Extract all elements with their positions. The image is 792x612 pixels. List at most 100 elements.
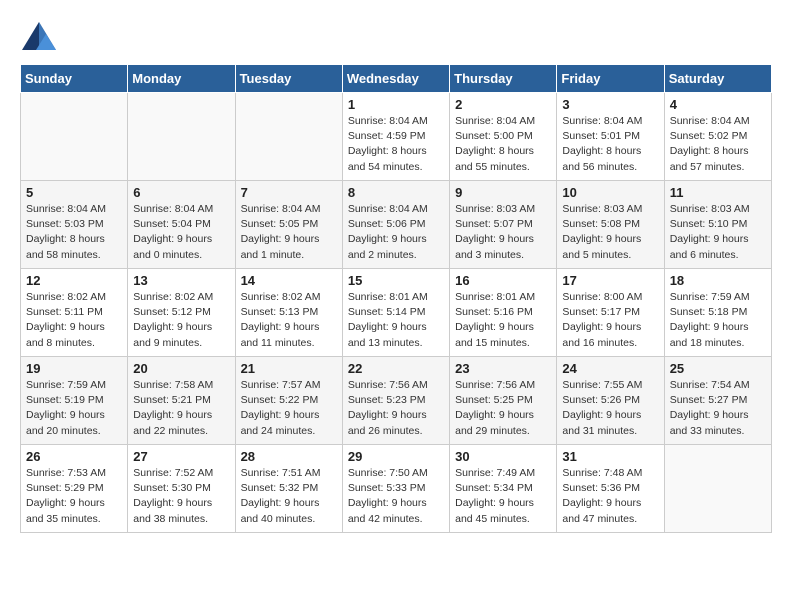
calendar-cell: 23 Sunrise: 7:56 AM Sunset: 5:25 PM Dayli… <box>450 357 557 445</box>
day-info: Sunrise: 7:56 AM Sunset: 5:23 PM Dayligh… <box>348 378 444 439</box>
day-number: 16 <box>455 273 551 288</box>
calendar-cell: 20 Sunrise: 7:58 AM Sunset: 5:21 PM Dayli… <box>128 357 235 445</box>
day-number: 14 <box>241 273 337 288</box>
day-info: Sunrise: 7:54 AM Sunset: 5:27 PM Dayligh… <box>670 378 766 439</box>
day-number: 8 <box>348 185 444 200</box>
day-info: Sunrise: 8:03 AM Sunset: 5:10 PM Dayligh… <box>670 202 766 263</box>
col-header-monday: Monday <box>128 65 235 93</box>
calendar-header: SundayMondayTuesdayWednesdayThursdayFrid… <box>21 65 772 93</box>
calendar-cell: 13 Sunrise: 8:02 AM Sunset: 5:12 PM Dayli… <box>128 269 235 357</box>
col-header-tuesday: Tuesday <box>235 65 342 93</box>
day-info: Sunrise: 8:04 AM Sunset: 5:03 PM Dayligh… <box>26 202 122 263</box>
day-info: Sunrise: 8:04 AM Sunset: 5:00 PM Dayligh… <box>455 114 551 175</box>
day-info: Sunrise: 8:04 AM Sunset: 5:06 PM Dayligh… <box>348 202 444 263</box>
calendar-cell: 24Sunrise: 7:55 AM Sunset: 5:26 PM Dayli… <box>557 357 664 445</box>
day-info: Sunrise: 7:58 AM Sunset: 5:21 PM Dayligh… <box>133 378 229 439</box>
day-number: 24 <box>562 361 658 376</box>
day-number: 5 <box>26 185 122 200</box>
day-number: 3 <box>562 97 658 112</box>
calendar-cell: 28 Sunrise: 7:51 AM Sunset: 5:32 PM Dayli… <box>235 445 342 533</box>
day-info: Sunrise: 7:57 AM Sunset: 5:22 PM Dayligh… <box>241 378 337 439</box>
week-row-4: 19 Sunrise: 7:59 AM Sunset: 5:19 PM Dayli… <box>21 357 772 445</box>
calendar-cell <box>664 445 771 533</box>
day-info: Sunrise: 7:52 AM Sunset: 5:30 PM Dayligh… <box>133 466 229 527</box>
week-row-1: 1 Sunrise: 8:04 AM Sunset: 4:59 PM Daylig… <box>21 93 772 181</box>
day-info: Sunrise: 8:02 AM Sunset: 5:11 PM Dayligh… <box>26 290 122 351</box>
logo-icon <box>20 20 58 54</box>
calendar-table: SundayMondayTuesdayWednesdayThursdayFrid… <box>20 64 772 533</box>
day-number: 9 <box>455 185 551 200</box>
day-info: Sunrise: 7:51 AM Sunset: 5:32 PM Dayligh… <box>241 466 337 527</box>
calendar-cell: 7Sunrise: 8:04 AM Sunset: 5:05 PM Daylig… <box>235 181 342 269</box>
calendar-cell <box>128 93 235 181</box>
day-number: 31 <box>562 449 658 464</box>
day-info: Sunrise: 7:56 AM Sunset: 5:25 PM Dayligh… <box>455 378 551 439</box>
calendar-cell: 14 Sunrise: 8:02 AM Sunset: 5:13 PM Dayli… <box>235 269 342 357</box>
page-header <box>20 20 772 54</box>
calendar-cell <box>235 93 342 181</box>
calendar-cell: 29 Sunrise: 7:50 AM Sunset: 5:33 PM Dayli… <box>342 445 449 533</box>
day-number: 27 <box>133 449 229 464</box>
day-info: Sunrise: 7:59 AM Sunset: 5:18 PM Dayligh… <box>670 290 766 351</box>
calendar-cell: 12 Sunrise: 8:02 AM Sunset: 5:11 PM Dayli… <box>21 269 128 357</box>
calendar-cell: 8 Sunrise: 8:04 AM Sunset: 5:06 PM Daylig… <box>342 181 449 269</box>
col-header-friday: Friday <box>557 65 664 93</box>
calendar-cell: 3Sunrise: 8:04 AM Sunset: 5:01 PM Daylig… <box>557 93 664 181</box>
day-info: Sunrise: 7:53 AM Sunset: 5:29 PM Dayligh… <box>26 466 122 527</box>
day-info: Sunrise: 8:01 AM Sunset: 5:16 PM Dayligh… <box>455 290 551 351</box>
day-number: 29 <box>348 449 444 464</box>
calendar-cell: 30Sunrise: 7:49 AM Sunset: 5:34 PM Dayli… <box>450 445 557 533</box>
col-header-saturday: Saturday <box>664 65 771 93</box>
day-number: 1 <box>348 97 444 112</box>
day-number: 17 <box>562 273 658 288</box>
day-info: Sunrise: 8:01 AM Sunset: 5:14 PM Dayligh… <box>348 290 444 351</box>
calendar-cell: 31Sunrise: 7:48 AM Sunset: 5:36 PM Dayli… <box>557 445 664 533</box>
day-number: 23 <box>455 361 551 376</box>
col-header-wednesday: Wednesday <box>342 65 449 93</box>
day-number: 21 <box>241 361 337 376</box>
day-info: Sunrise: 8:00 AM Sunset: 5:17 PM Dayligh… <box>562 290 658 351</box>
calendar-cell: 10 Sunrise: 8:03 AM Sunset: 5:08 PM Dayli… <box>557 181 664 269</box>
day-info: Sunrise: 8:04 AM Sunset: 5:02 PM Dayligh… <box>670 114 766 175</box>
day-info: Sunrise: 7:59 AM Sunset: 5:19 PM Dayligh… <box>26 378 122 439</box>
day-number: 19 <box>26 361 122 376</box>
day-info: Sunrise: 8:04 AM Sunset: 4:59 PM Dayligh… <box>348 114 444 175</box>
calendar-cell: 15 Sunrise: 8:01 AM Sunset: 5:14 PM Dayli… <box>342 269 449 357</box>
day-info: Sunrise: 8:02 AM Sunset: 5:13 PM Dayligh… <box>241 290 337 351</box>
day-number: 2 <box>455 97 551 112</box>
calendar-cell: 26 Sunrise: 7:53 AM Sunset: 5:29 PM Dayli… <box>21 445 128 533</box>
day-number: 18 <box>670 273 766 288</box>
day-number: 11 <box>670 185 766 200</box>
calendar-cell: 11 Sunrise: 8:03 AM Sunset: 5:10 PM Dayli… <box>664 181 771 269</box>
calendar-cell: 16 Sunrise: 8:01 AM Sunset: 5:16 PM Dayli… <box>450 269 557 357</box>
calendar-cell: 5 Sunrise: 8:04 AM Sunset: 5:03 PM Daylig… <box>21 181 128 269</box>
calendar-cell: 4Sunrise: 8:04 AM Sunset: 5:02 PM Daylig… <box>664 93 771 181</box>
day-info: Sunrise: 8:04 AM Sunset: 5:04 PM Dayligh… <box>133 202 229 263</box>
day-info: Sunrise: 7:50 AM Sunset: 5:33 PM Dayligh… <box>348 466 444 527</box>
calendar-cell: 22Sunrise: 7:56 AM Sunset: 5:23 PM Dayli… <box>342 357 449 445</box>
calendar-cell: 9Sunrise: 8:03 AM Sunset: 5:07 PM Daylig… <box>450 181 557 269</box>
day-info: Sunrise: 8:02 AM Sunset: 5:12 PM Dayligh… <box>133 290 229 351</box>
calendar-cell: 27 Sunrise: 7:52 AM Sunset: 5:30 PM Dayli… <box>128 445 235 533</box>
day-number: 28 <box>241 449 337 464</box>
week-row-2: 5 Sunrise: 8:04 AM Sunset: 5:03 PM Daylig… <box>21 181 772 269</box>
day-number: 7 <box>241 185 337 200</box>
day-number: 26 <box>26 449 122 464</box>
day-number: 10 <box>562 185 658 200</box>
calendar-cell: 19 Sunrise: 7:59 AM Sunset: 5:19 PM Dayli… <box>21 357 128 445</box>
day-number: 20 <box>133 361 229 376</box>
day-number: 6 <box>133 185 229 200</box>
calendar-cell: 6 Sunrise: 8:04 AM Sunset: 5:04 PM Daylig… <box>128 181 235 269</box>
day-info: Sunrise: 8:03 AM Sunset: 5:08 PM Dayligh… <box>562 202 658 263</box>
day-number: 25 <box>670 361 766 376</box>
day-info: Sunrise: 7:49 AM Sunset: 5:34 PM Dayligh… <box>455 466 551 527</box>
calendar-cell <box>21 93 128 181</box>
calendar-cell: 21 Sunrise: 7:57 AM Sunset: 5:22 PM Dayli… <box>235 357 342 445</box>
day-number: 15 <box>348 273 444 288</box>
day-number: 13 <box>133 273 229 288</box>
calendar-cell: 1 Sunrise: 8:04 AM Sunset: 4:59 PM Daylig… <box>342 93 449 181</box>
day-number: 12 <box>26 273 122 288</box>
week-row-3: 12 Sunrise: 8:02 AM Sunset: 5:11 PM Dayli… <box>21 269 772 357</box>
calendar-cell: 18 Sunrise: 7:59 AM Sunset: 5:18 PM Dayli… <box>664 269 771 357</box>
calendar-cell: 17 Sunrise: 8:00 AM Sunset: 5:17 PM Dayli… <box>557 269 664 357</box>
